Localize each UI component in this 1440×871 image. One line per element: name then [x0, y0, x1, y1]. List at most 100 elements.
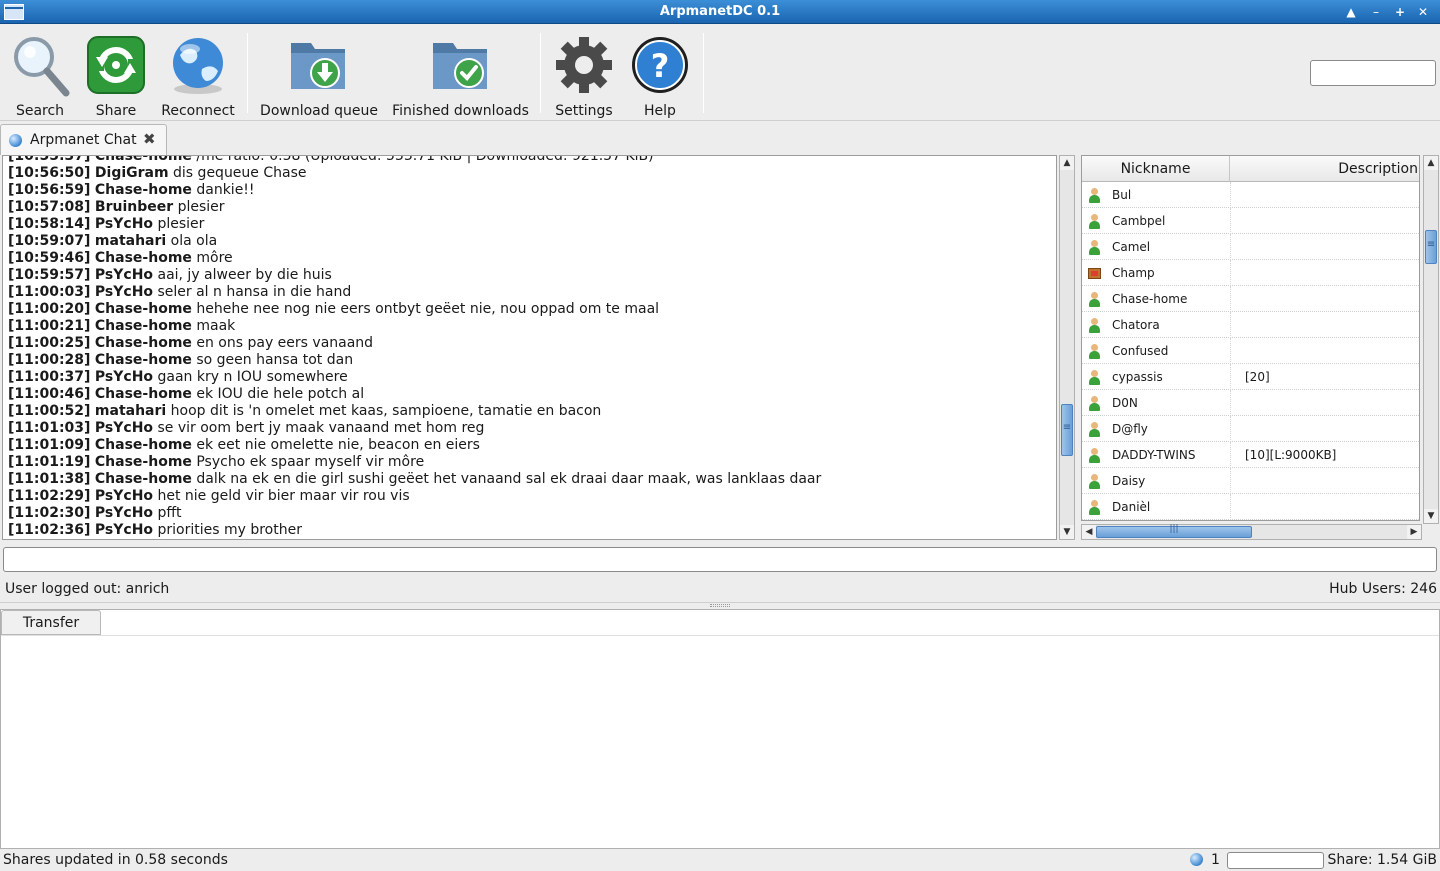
scroll-right-arrow-icon[interactable]: ▶ — [1407, 525, 1421, 539]
user-list-hscrollbar[interactable]: ◀ ▶ — [1081, 524, 1422, 540]
message-nick[interactable]: PsYcHo — [95, 284, 153, 300]
description-column-header[interactable]: Description — [1232, 156, 1419, 182]
column-divider — [1230, 416, 1231, 442]
message-timestamp: [11:02:36] — [8, 522, 91, 538]
message-nick[interactable]: PsYcHo — [95, 522, 153, 538]
title-bar: ArpmanetDC 0.1 ▲ – + ✕ — [0, 0, 1440, 24]
user-row[interactable]: Champ — [1082, 260, 1419, 286]
user-row[interactable]: Chase-home — [1082, 286, 1419, 312]
message-nick[interactable]: PsYcHo — [95, 488, 153, 504]
chat-message: [10:59:57] PsYcHo aai, jy alweer by die … — [8, 267, 332, 284]
message-nick[interactable]: matahari — [95, 403, 166, 419]
transfer-list[interactable] — [1, 635, 1439, 848]
message-nick[interactable]: PsYcHo — [95, 420, 153, 436]
nickname-column-header[interactable]: Nickname — [1082, 156, 1230, 182]
column-divider — [1230, 364, 1231, 390]
svg-text:?: ? — [651, 47, 670, 85]
message-nick[interactable]: Bruinbeer — [95, 199, 173, 215]
minimize-window-icon[interactable]: – — [1366, 3, 1386, 21]
scrollbar-thumb[interactable] — [1061, 404, 1073, 456]
message-text: dankie!! — [196, 182, 255, 198]
message-nick[interactable]: Chase-home — [95, 318, 192, 334]
message-text: ola ola — [170, 233, 218, 249]
help-icon: ? — [632, 37, 688, 93]
share-button[interactable]: Share — [84, 31, 148, 119]
maximize-window-icon[interactable]: + — [1390, 3, 1410, 21]
scrollbar-thumb[interactable] — [1425, 230, 1437, 264]
scrollbar-thumb[interactable] — [1096, 524, 1252, 538]
message-nick[interactable]: PsYcHo — [95, 267, 153, 283]
user-row[interactable]: D@fly — [1082, 416, 1419, 442]
message-nick[interactable]: Chase-home — [95, 250, 192, 266]
window-title: ArpmanetDC 0.1 — [659, 4, 781, 19]
download-queue-button[interactable]: Download queue — [258, 31, 380, 119]
chat-scrollbar[interactable]: ▲ ▼ — [1059, 155, 1075, 540]
message-nick[interactable]: Chase-home — [95, 335, 192, 351]
message-timestamp: [11:01:38] — [8, 471, 91, 487]
message-text: maak — [196, 318, 236, 334]
user-icon — [1088, 318, 1100, 333]
scroll-up-arrow-icon[interactable]: ▲ — [1060, 156, 1074, 170]
shade-window-icon[interactable]: ▲ — [1341, 3, 1361, 21]
message-text: ek IOU die hele potch al — [196, 386, 365, 402]
message-timestamp: [11:00:28] — [8, 352, 91, 368]
user-list-scrollbar[interactable]: ▲ ▼ — [1423, 155, 1439, 524]
message-nick[interactable]: matahari — [95, 233, 166, 249]
message-nick[interactable]: Chase-home — [95, 301, 192, 317]
message-nick[interactable]: Chase-home — [95, 454, 192, 470]
message-nick[interactable]: PsYcHo — [95, 369, 153, 385]
user-row[interactable]: Cambpel — [1082, 208, 1419, 234]
user-row[interactable]: Camel — [1082, 234, 1419, 260]
tab-transfer[interactable]: Transfer — [1, 610, 101, 635]
tab-bar: Arpmanet Chat ✖ — [0, 122, 1440, 155]
user-row[interactable]: cypassis [20] — [1082, 364, 1419, 390]
chat-log[interactable]: [10:55:37] Chase-home /me ratio: 0.58 (U… — [2, 155, 1057, 540]
message-nick[interactable]: Chase-home — [95, 437, 192, 453]
user-row[interactable]: Daisy — [1082, 468, 1419, 494]
message-nick[interactable]: Chase-home — [95, 182, 192, 198]
search-input[interactable] — [1310, 60, 1436, 86]
finished-downloads-button[interactable]: Finished downloads — [390, 31, 531, 119]
column-divider — [1230, 390, 1231, 416]
message-nick[interactable]: Chase-home — [95, 471, 192, 487]
search-button[interactable]: Search — [6, 31, 74, 119]
user-list[interactable]: Nickname Description Bul Cambpel Camel Cham… — [1081, 155, 1420, 521]
scroll-down-arrow-icon[interactable]: ▼ — [1060, 525, 1074, 539]
scroll-up-arrow-icon[interactable]: ▲ — [1424, 156, 1438, 170]
panel-splitter[interactable] — [0, 602, 1440, 609]
user-row[interactable]: D0N — [1082, 390, 1419, 416]
user-row[interactable]: Bul — [1082, 182, 1419, 208]
message-nick[interactable]: DigiGram — [95, 165, 169, 181]
splitter-grip[interactable] — [710, 604, 730, 607]
help-button[interactable]: ? Help — [627, 31, 693, 119]
settings-button[interactable]: Settings — [552, 31, 616, 119]
message-nick[interactable]: Chase-home — [95, 352, 192, 368]
connected-hubs-count: 1 — [1211, 852, 1220, 868]
message-nick[interactable]: Chase-home — [95, 386, 192, 402]
user-row[interactable]: Danièl — [1082, 494, 1419, 520]
message-nick[interactable]: PsYcHo — [95, 505, 153, 521]
message-nick[interactable]: PsYcHo — [95, 216, 153, 232]
share-progress-bar — [1227, 852, 1324, 869]
user-row[interactable]: Confused — [1082, 338, 1419, 364]
close-tab-icon[interactable]: ✖ — [143, 130, 159, 148]
chat-message: [11:00:28] Chase-home so geen hansa tot … — [8, 352, 353, 369]
reconnect-button[interactable]: Reconnect — [158, 31, 238, 119]
message-text: môre — [196, 250, 233, 266]
chat-message: [10:57:08] Bruinbeer plesier — [8, 199, 225, 216]
close-window-icon[interactable]: ✕ — [1413, 3, 1433, 21]
user-row[interactable]: Chatora — [1082, 312, 1419, 338]
user-icon — [1088, 500, 1100, 515]
message-timestamp: [11:01:03] — [8, 420, 91, 436]
tab-arpmanet-chat[interactable]: Arpmanet Chat ✖ — [0, 124, 167, 155]
chat-message: [11:02:29] PsYcHo het nie geld vir bier … — [8, 488, 410, 505]
message-timestamp: [11:01:19] — [8, 454, 91, 470]
column-divider — [1230, 468, 1231, 494]
toolbar-separator — [703, 33, 704, 113]
scroll-down-arrow-icon[interactable]: ▼ — [1424, 509, 1438, 523]
chat-input[interactable] — [3, 547, 1437, 572]
message-nick[interactable]: Chase-home — [95, 156, 192, 164]
message-timestamp: [11:00:37] — [8, 369, 91, 385]
scroll-left-arrow-icon[interactable]: ◀ — [1082, 525, 1096, 539]
user-row[interactable]: DADDY-TWINS [10][L:9000KB] — [1082, 442, 1419, 468]
